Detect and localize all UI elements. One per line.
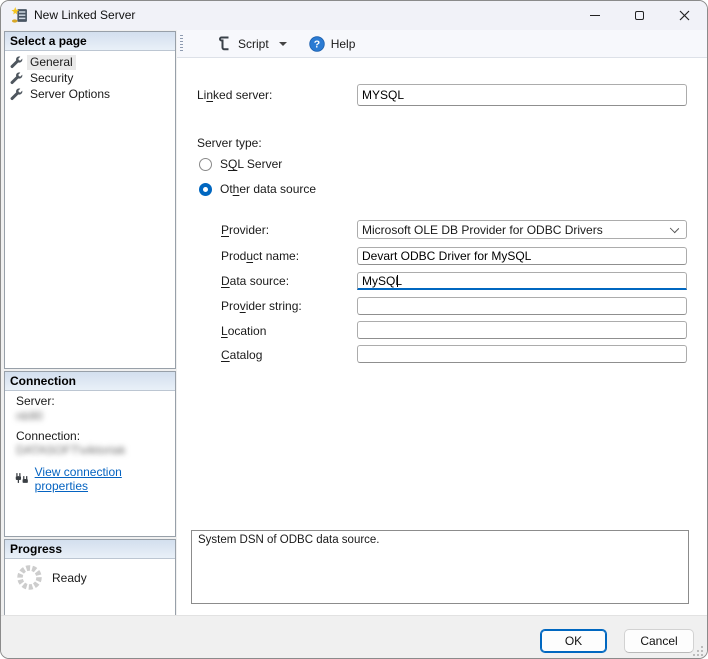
server-type-label: Server type: [197,136,262,150]
text-cursor [397,275,398,287]
radio-other-data-source-label: Other data source [220,182,317,196]
location-label: Location [221,324,267,338]
maximize-icon [635,10,644,20]
dialog-footer: OK Cancel [1,615,707,658]
provider-string-label: Provider string: [221,299,302,313]
help-label: Help [330,36,356,51]
radio-circle [199,182,212,196]
server-label: Server: [16,394,55,408]
help-icon: ? [308,35,325,52]
script-button[interactable]: Script [211,33,293,54]
product-name-input[interactable] [357,247,687,265]
location-input[interactable] [357,321,687,339]
wrench-icon [10,72,23,85]
progress-status: Ready [52,571,87,585]
provider-label: Provider: [221,223,270,237]
wrench-icon [10,88,23,101]
server-value: nb90 [16,409,43,423]
provider-select[interactable]: Microsoft OLE DB Provider for ODBC Drive… [357,220,687,239]
linked-server-input[interactable] [357,84,687,106]
plug-icon [15,472,28,483]
radio-sql-server[interactable]: SQL Server [199,157,282,171]
close-icon [679,10,690,20]
sidebar-item-label: General [27,54,76,70]
catalog-input[interactable] [357,345,687,363]
help-button[interactable]: ? Help [303,33,362,55]
view-connection-properties-link[interactable]: View connection properties [35,465,175,493]
select-a-page-header: Select a page [5,32,175,51]
radio-other-data-source[interactable]: Other data source [199,182,316,196]
toolbar: Script ? Help [177,30,707,58]
titlebar: New Linked Server [1,1,707,30]
provider-selected-value: Microsoft OLE DB Provider for ODBC Drive… [362,222,603,237]
ok-button[interactable]: OK [540,629,607,653]
connection-label: Connection: [16,429,81,443]
new-linked-server-dialog: New Linked Server Select a page General [0,0,708,659]
connection-value: DATASOFT\viktoriak [16,443,126,457]
sidebar-item-security[interactable]: Security [9,70,76,86]
catalog-label: Catalog [221,348,263,362]
toolbar-grip[interactable] [180,34,183,53]
radio-circle [199,157,212,171]
progress-spinner-icon [17,565,42,590]
svg-text:?: ? [313,38,319,50]
radio-sql-server-label: SQL Server [220,157,283,171]
close-button[interactable] [662,1,707,29]
sidebar-item-label: Security [30,70,74,85]
sidebar-item-server-options[interactable]: Server Options [9,86,113,102]
resize-grip[interactable] [692,645,704,657]
provider-string-input[interactable] [357,297,687,315]
script-dropdown-arrow-icon [278,41,287,46]
maximize-button[interactable] [617,1,662,29]
select-a-page-panel: Select a page General Security Server Op… [4,31,176,369]
minimize-icon [589,14,600,16]
progress-header: Progress [5,540,175,559]
sidebar-item-general[interactable]: General [9,54,76,70]
sidebar-item-label: Server Options [30,86,111,101]
general-page-content: Linked server: Server type: SQL Server O… [177,58,707,615]
new-server-icon [11,7,27,23]
data-source-input[interactable] [357,272,687,290]
product-name-label: Product name: [221,249,300,263]
connection-header: Connection [5,372,175,391]
script-label: Script [238,36,269,51]
provider-description-box: System DSN of ODBC data source. [191,530,689,604]
script-icon [219,36,229,51]
minimize-button[interactable] [572,1,617,29]
cancel-button[interactable]: Cancel [624,629,694,653]
linked-server-label: Linked server: [197,88,273,102]
window-title: New Linked Server [34,8,136,22]
wrench-icon [10,56,23,69]
progress-panel: Progress Ready [4,539,176,619]
chevron-down-icon [669,223,680,234]
connection-panel: Connection Server: nb90 Connection: DATA… [4,371,176,537]
data-source-label: Data source: [221,274,290,288]
